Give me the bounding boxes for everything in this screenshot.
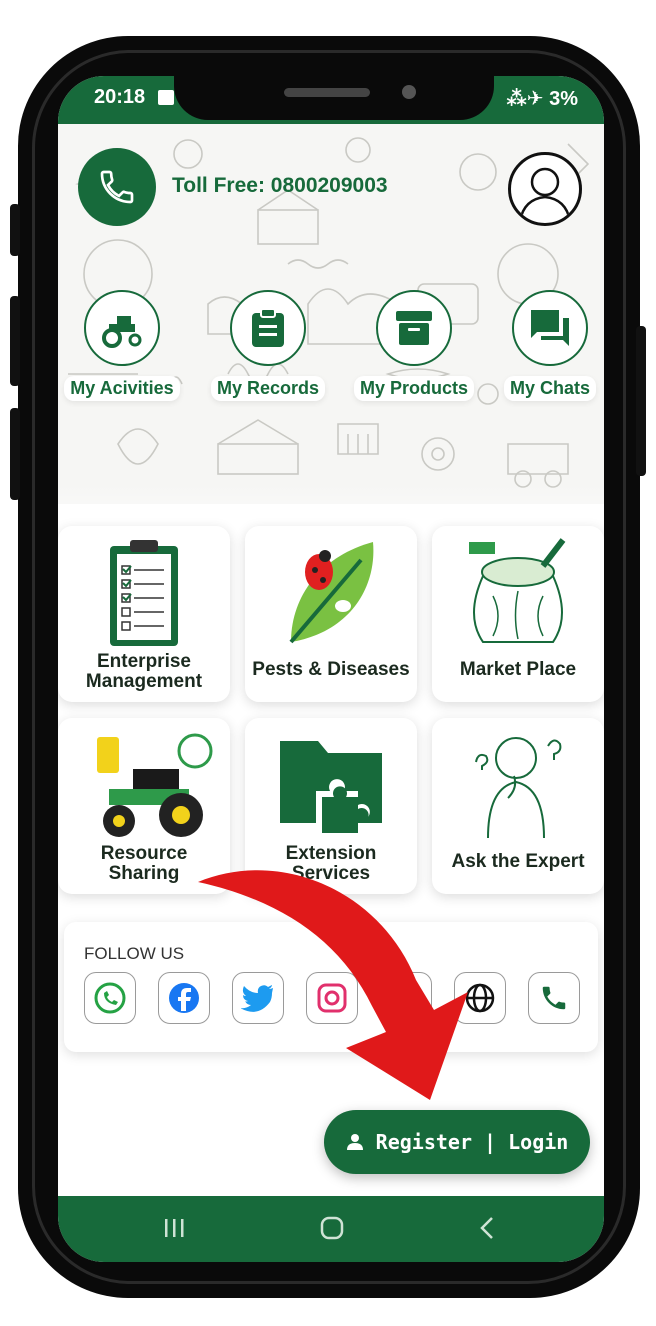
volume-button bbox=[10, 204, 20, 256]
register-login-button[interactable]: Register | Login bbox=[324, 1110, 590, 1174]
status-time: 20:18 bbox=[94, 86, 146, 108]
quick-label: My Acivities bbox=[64, 376, 180, 401]
youtube-icon bbox=[391, 987, 421, 1009]
register-login-label: Register | Login bbox=[375, 1130, 569, 1154]
tile-label: Market Place bbox=[459, 659, 577, 680]
back-button[interactable] bbox=[466, 1208, 510, 1248]
whatsapp-icon bbox=[94, 982, 126, 1014]
tile-label: Enterprise bbox=[97, 651, 191, 672]
quick-label: My Chats bbox=[503, 376, 596, 401]
ladybug-leaf-icon bbox=[245, 532, 417, 652]
user-avatar-icon bbox=[518, 167, 572, 222]
recent-apps-icon bbox=[165, 1219, 184, 1237]
instagram-icon bbox=[317, 983, 347, 1013]
volume-up-button bbox=[10, 296, 20, 386]
tractor-sprayer-icon bbox=[58, 724, 230, 844]
tile-label: Management bbox=[85, 671, 203, 692]
person-icon bbox=[346, 1134, 363, 1150]
tile-extension-services[interactable]: Extension Services bbox=[245, 718, 417, 894]
facebook-button[interactable] bbox=[158, 972, 210, 1024]
clipboard-icon bbox=[230, 290, 306, 366]
tile-label: Sharing bbox=[108, 863, 180, 884]
app-screen: 20:18 ⁂✈ 3% Toll Free: 0800209003 My Aci… bbox=[58, 76, 604, 1262]
phone-contact-button[interactable] bbox=[528, 972, 580, 1024]
whatsapp-button[interactable] bbox=[84, 972, 136, 1024]
quick-my-chats[interactable]: My Chats bbox=[490, 290, 604, 401]
tile-label: Ask the Expert bbox=[451, 851, 585, 872]
camera-notch bbox=[174, 76, 494, 120]
instagram-button[interactable] bbox=[306, 972, 358, 1024]
speaker-grille bbox=[284, 88, 370, 97]
chat-icon bbox=[512, 290, 588, 366]
system-nav-bar bbox=[58, 1196, 604, 1262]
tile-label: Pests & Diseases bbox=[252, 659, 410, 680]
puzzle-folder-icon bbox=[245, 724, 417, 844]
front-camera bbox=[402, 85, 416, 99]
follow-us-card: FOLLOW US bbox=[64, 922, 598, 1052]
tractor-icon bbox=[84, 290, 160, 366]
profile-avatar-button[interactable] bbox=[508, 152, 582, 226]
tile-label: Extension bbox=[285, 843, 377, 864]
phone-icon bbox=[542, 986, 566, 1010]
back-icon bbox=[480, 1217, 493, 1239]
tile-market-place[interactable]: Market Place bbox=[432, 526, 604, 702]
volume-down-button bbox=[10, 408, 20, 500]
quick-my-activities[interactable]: My Acivities bbox=[62, 290, 182, 401]
tile-label: Resource bbox=[100, 843, 188, 864]
tile-enterprise-management[interactable]: Enterprise Management bbox=[58, 526, 230, 702]
phone-icon bbox=[100, 170, 134, 204]
checklist-clipboard-icon bbox=[58, 532, 230, 652]
youtube-button[interactable] bbox=[380, 972, 432, 1024]
quick-label: My Products bbox=[354, 376, 475, 401]
home-icon bbox=[320, 1216, 344, 1240]
archive-box-icon bbox=[376, 290, 452, 366]
call-button[interactable] bbox=[78, 148, 156, 226]
power-button bbox=[636, 326, 646, 476]
quick-label: My Records bbox=[210, 376, 326, 401]
globe-icon bbox=[465, 983, 495, 1013]
recent-apps-button[interactable] bbox=[152, 1208, 196, 1248]
website-button[interactable] bbox=[454, 972, 506, 1024]
produce-sack-icon bbox=[432, 532, 604, 652]
follow-us-title: FOLLOW US bbox=[84, 944, 185, 963]
status-right: ⁂✈ 3% bbox=[506, 88, 578, 110]
header-fade bbox=[58, 484, 604, 504]
gallery-notification-icon bbox=[158, 90, 174, 105]
thinking-person-icon bbox=[432, 724, 604, 844]
tile-label: Services bbox=[291, 863, 371, 884]
twitter-icon bbox=[241, 985, 273, 1012]
quick-my-records[interactable]: My Records bbox=[208, 290, 328, 401]
quick-my-products[interactable]: My Products bbox=[354, 290, 475, 401]
twitter-button[interactable] bbox=[232, 972, 284, 1024]
tile-pests-diseases[interactable]: Pests & Diseases bbox=[245, 526, 417, 702]
tile-ask-the-expert[interactable]: Ask the Expert bbox=[432, 718, 604, 894]
home-button[interactable] bbox=[310, 1208, 354, 1248]
tile-resource-sharing[interactable]: Resource Sharing bbox=[58, 718, 230, 894]
toll-free-number[interactable]: Toll Free: 0800209003 bbox=[172, 174, 388, 198]
facebook-icon bbox=[169, 983, 199, 1013]
